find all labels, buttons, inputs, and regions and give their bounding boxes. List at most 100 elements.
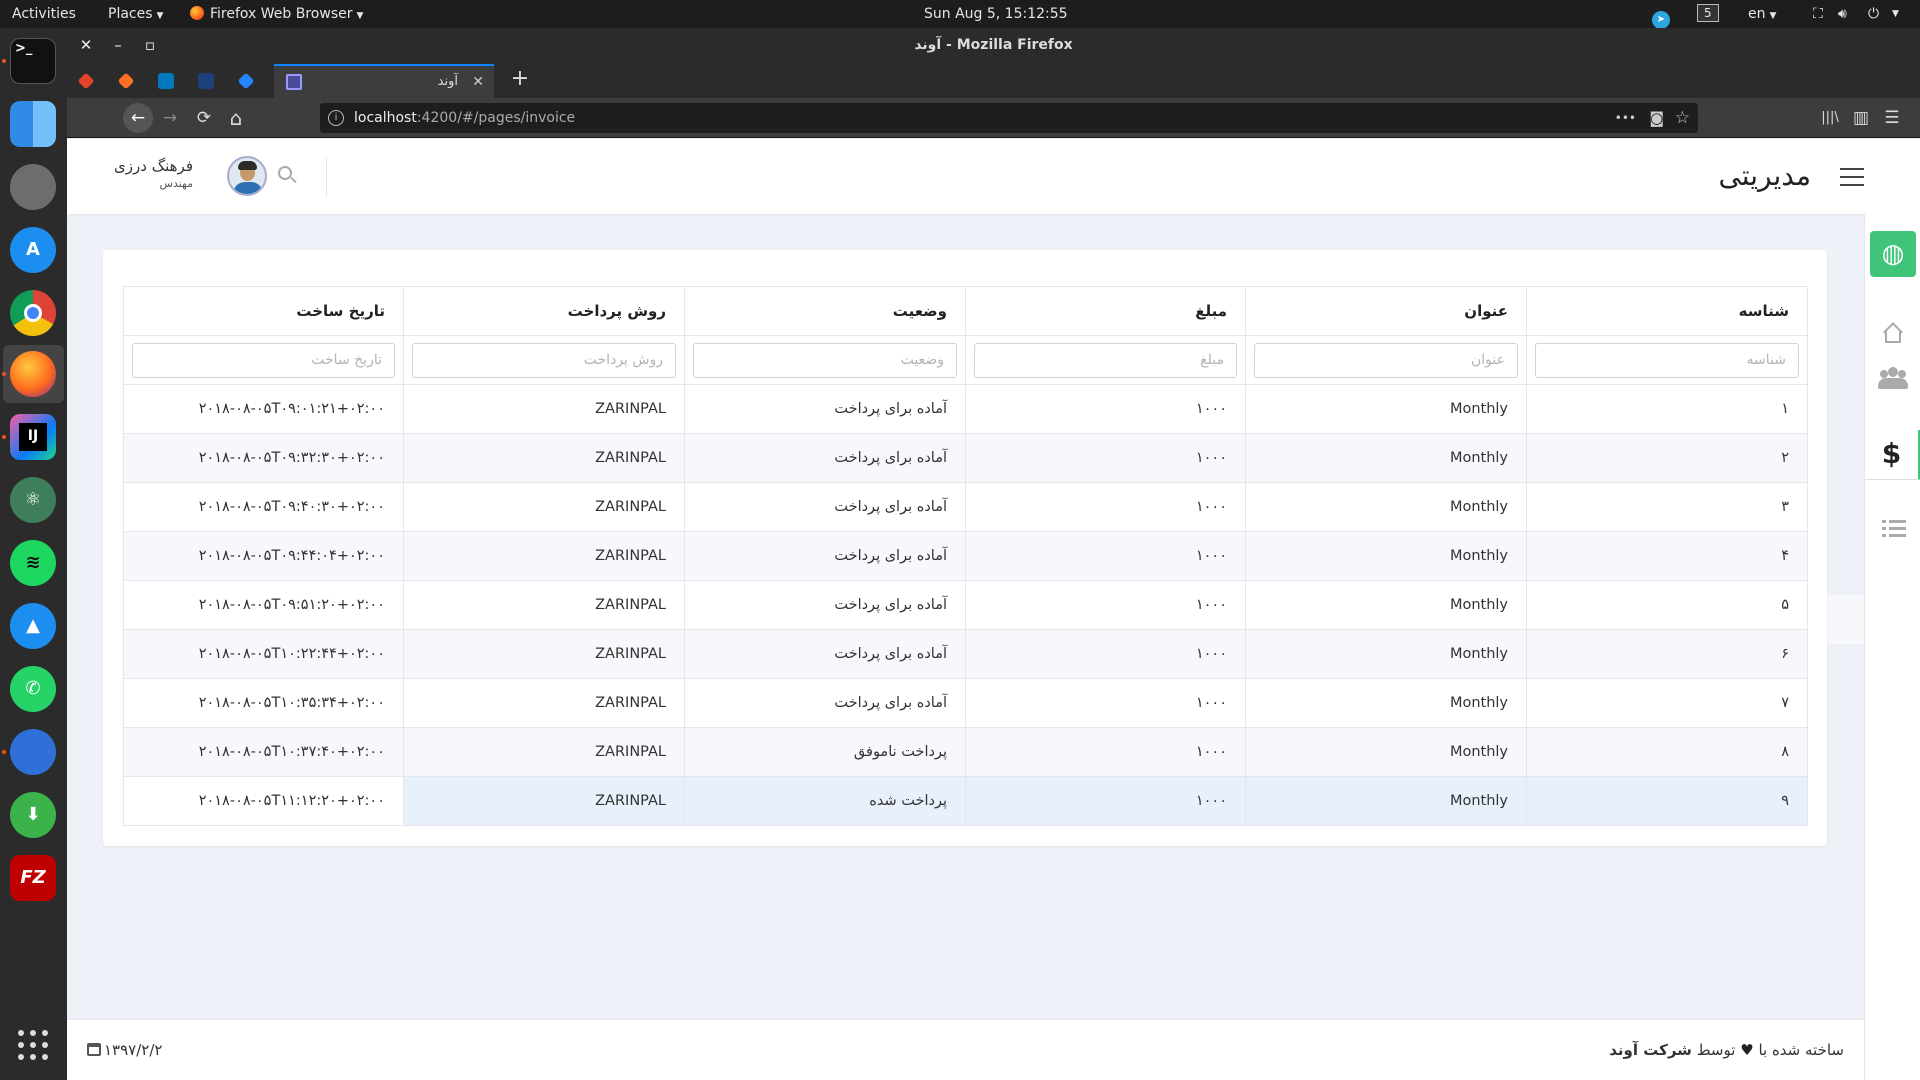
network-icon[interactable]: ⛶ (1813, 0, 1823, 28)
column-header-created-date[interactable]: تاریخ ساخت (123, 286, 404, 336)
globe-icon[interactable]: ◍ (1870, 231, 1916, 277)
finder-icon[interactable] (10, 101, 56, 147)
chrome-icon[interactable] (10, 290, 56, 336)
window-maximize-button[interactable]: ▫ (140, 28, 160, 62)
download-icon[interactable]: ⬇ (10, 792, 56, 838)
pinned-tab-jira[interactable] (227, 68, 267, 94)
eagle-icon[interactable] (10, 729, 56, 775)
jira-icon (237, 72, 255, 90)
chevron-down-icon: ▼ (356, 11, 364, 21)
chevron-down-icon: ▼ (1769, 11, 1777, 21)
url-text[interactable]: localhost:4200/#/pages/invoice (354, 103, 575, 133)
credit-prefix: ساخته شده با (1758, 1041, 1844, 1059)
hamburger-menu-icon[interactable] (1840, 168, 1864, 186)
table-row[interactable]: ۷ Monthly ۱۰۰۰ آماده برای پرداخت ZARINPA… (123, 678, 1808, 728)
chevron-down-icon[interactable]: ▼ (1892, 0, 1899, 28)
column-header-id[interactable]: شناسه (1526, 286, 1808, 336)
app-store-icon[interactable]: A (10, 227, 56, 273)
bookmark-star-icon[interactable]: ☆ (1675, 103, 1690, 133)
window-close-button[interactable]: ✕ (76, 28, 96, 62)
user-role: مهندس (159, 177, 193, 190)
cell-created-date: ۲۰۱۸-۰۸-۰۵T۰۹:۰۱:۲۱+۰۲:۰۰ (123, 384, 404, 434)
atom-icon[interactable]: ⚛ (10, 477, 56, 523)
table-row[interactable]: ۲ Monthly ۱۰۰۰ آماده برای پرداخت ZARINPA… (123, 433, 1808, 483)
column-header-payment-method[interactable]: روش پرداخت (403, 286, 685, 336)
telegram-tray-icon[interactable]: ➤ (1652, 0, 1670, 29)
table-row[interactable]: ۵ Monthly ۱۰۰۰ آماده برای پرداخت ZARINPA… (123, 580, 1808, 630)
pinned-tab-trello[interactable] (147, 68, 187, 94)
running-indicator (2, 59, 6, 63)
clock[interactable]: Sun Aug 5, 15:12:55 (924, 0, 1068, 28)
spotify-icon[interactable]: ≋ (10, 540, 56, 586)
pocket-icon[interactable]: ◙ (1649, 103, 1664, 133)
cell-amount: ۱۰۰۰ (965, 727, 1246, 777)
table-row[interactable]: ۳ Monthly ۱۰۰۰ آماده برای پرداخت ZARINPA… (123, 482, 1808, 532)
filter-payment-method-input[interactable] (412, 342, 676, 378)
home-button[interactable]: ⌂ (221, 103, 251, 133)
cell-created-date: ۲۰۱۸-۰۸-۰۵T۰۹:۵۱:۲۰+۰۲:۰۰ (123, 580, 404, 630)
power-icon[interactable]: ⏻ (1868, 0, 1879, 28)
sidebar-item-list[interactable] (1865, 506, 1920, 552)
user-profile[interactable]: فرهنگ درزی مهندس (103, 155, 267, 199)
filezilla-icon[interactable]: FZ (10, 855, 56, 901)
pinned-tab-bitbucket[interactable] (187, 68, 227, 94)
users-icon (1878, 367, 1908, 389)
table-row[interactable]: ۸ Monthly ۱۰۰۰ پرداخت ناموفق ZARINPAL ۲۰… (123, 727, 1808, 777)
tab-active[interactable]: آوند ✕ (274, 64, 494, 98)
terminal-icon[interactable]: >_ (10, 38, 56, 84)
sidebar-rail: ◍ $ (1864, 214, 1920, 1080)
table-row[interactable]: ۶ Monthly ۱۰۰۰ آماده برای پرداخت ZARINPA… (123, 629, 1808, 679)
navigation-icon[interactable]: ▲ (10, 603, 56, 649)
navigation-toolbar: ← → ⟳ ⌂ i localhost:4200/#/pages/invoice… (67, 98, 1920, 138)
back-button[interactable]: ← (123, 103, 153, 133)
places-menu[interactable]: Places ▼ (108, 0, 163, 28)
filter-title-input[interactable] (1254, 342, 1518, 378)
column-header-title[interactable]: عنوان (1245, 286, 1527, 336)
url-bar[interactable]: i localhost:4200/#/pages/invoice ••• ◙ ☆ (320, 103, 1698, 133)
column-header-amount[interactable]: مبلغ (965, 286, 1246, 336)
page-actions-icon[interactable]: ••• (1615, 103, 1636, 133)
column-header-status[interactable]: وضعیت (684, 286, 966, 336)
activities-button[interactable]: Activities (12, 0, 76, 28)
sidebar-item-users[interactable] (1865, 355, 1920, 401)
table-row[interactable]: ۱ Monthly ۱۰۰۰ آماده برای پرداخت ZARINPA… (123, 384, 1808, 434)
sidebar-toggle-icon[interactable]: ▥ (1846, 103, 1876, 133)
filter-status-input[interactable] (693, 342, 957, 378)
site-info-icon[interactable]: i (328, 110, 344, 126)
reload-button[interactable]: ⟳ (189, 103, 219, 133)
filter-created-date-input[interactable] (132, 342, 395, 378)
cell-payment-method: ZARINPAL (403, 384, 685, 434)
show-applications-icon[interactable] (18, 1030, 48, 1060)
search-icon[interactable] (278, 166, 298, 186)
app-menu[interactable]: Firefox Web Browser ▼ (190, 0, 363, 28)
app-brand-title[interactable]: مدیریتی (1718, 153, 1811, 199)
footer-date-text: ۱۳۹۷/۲/۲ (104, 1041, 163, 1059)
filter-amount-input[interactable] (974, 342, 1237, 378)
app-menu-icon[interactable]: ☰ (1877, 103, 1907, 133)
cell-amount: ۱۰۰۰ (965, 580, 1246, 630)
filter-id-input[interactable] (1535, 342, 1799, 378)
table-row[interactable]: ۴ Monthly ۱۰۰۰ آماده برای پرداخت ZARINPA… (123, 531, 1808, 581)
forward-button[interactable]: → (155, 103, 185, 133)
tab-close-button[interactable]: ✕ (472, 66, 484, 98)
dock: >_ A IJ ⚛ ≋ ▲ ✆ ⬇ FZ (0, 28, 67, 1080)
language-menu[interactable]: en ▼ (1748, 0, 1776, 28)
window-minimize-button[interactable]: – (108, 28, 128, 62)
settings-icon[interactable] (10, 164, 56, 210)
new-tab-button[interactable]: + (504, 64, 536, 96)
avatar[interactable] (227, 156, 267, 196)
pinned-tab-gitlab[interactable] (67, 68, 107, 94)
volume-icon[interactable]: 🔊︎ (1838, 0, 1847, 28)
intellij-icon[interactable]: IJ (10, 414, 56, 460)
cell-amount: ۱۰۰۰ (965, 629, 1246, 679)
firefox-icon[interactable] (10, 351, 56, 397)
filter-cell (403, 335, 685, 385)
pinned-tab-gitlab-2[interactable] (107, 68, 147, 94)
sidebar-item-invoices[interactable]: $ (1865, 430, 1920, 480)
table-row-selected[interactable]: ۹ Monthly ۱۰۰۰ پرداخت شده ZARINPAL ۲۰۱۸-… (123, 776, 1808, 826)
sidebar-item-home[interactable] (1865, 309, 1920, 355)
workspace-indicator[interactable]: 5 (1697, 0, 1719, 28)
library-icon[interactable]: |||\ (1815, 103, 1845, 133)
company-link[interactable]: شرکت آوند (1609, 1041, 1692, 1059)
whatsapp-icon[interactable]: ✆ (10, 666, 56, 712)
